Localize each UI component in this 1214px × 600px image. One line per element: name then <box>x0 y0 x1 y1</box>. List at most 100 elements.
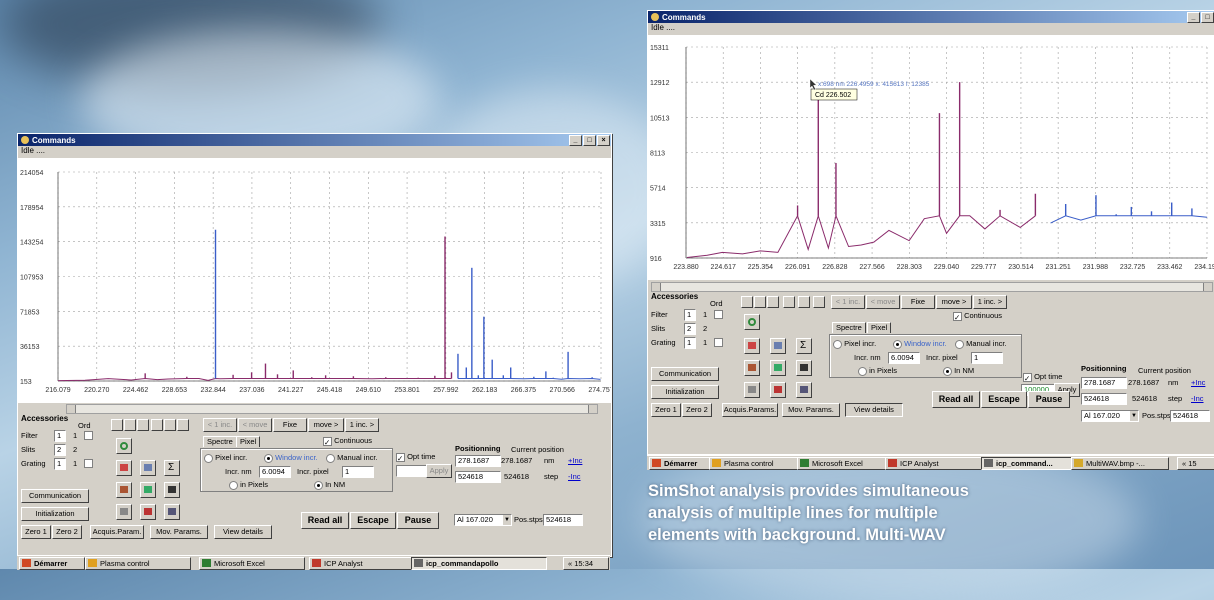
view-details-button[interactable]: View details <box>214 525 272 539</box>
zoom-next-icon[interactable] <box>137 419 149 431</box>
communication-button[interactable]: Communication <box>651 367 719 381</box>
table-icon[interactable] <box>770 338 786 354</box>
zoom-fit-icon[interactable] <box>754 296 766 308</box>
opt-time-option[interactable]: ✓ Opt time <box>396 452 435 463</box>
zero2-button[interactable]: Zero 2 <box>682 403 712 417</box>
zero2-button[interactable]: Zero 2 <box>52 525 82 539</box>
horizontal-scrollbar[interactable] <box>651 282 1213 292</box>
print-icon[interactable] <box>116 504 132 520</box>
tab-pixel[interactable]: Pixel <box>236 436 261 447</box>
close-button[interactable]: × <box>597 134 610 146</box>
horizontal-scrollbar[interactable] <box>66 404 598 414</box>
position-nm-input[interactable]: 278.1687 <box>1081 377 1127 389</box>
read-all-button[interactable]: Read all <box>301 512 349 529</box>
incr-nm-input[interactable]: 6.0094 <box>259 466 291 478</box>
next-inc-button[interactable]: 1 inc. > <box>345 418 379 432</box>
chevron-down-icon[interactable]: ▼ <box>503 515 511 525</box>
position-step-input[interactable]: 524618 <box>1081 393 1127 405</box>
manual-inc-option[interactable]: Manual incr. <box>326 453 378 463</box>
next-inc-button[interactable]: 1 inc. > <box>973 295 1007 309</box>
read-all-button[interactable]: Read all <box>932 391 980 408</box>
element-select[interactable]: Al 167.020 ▼ <box>454 514 512 526</box>
refresh-icon[interactable] <box>744 314 760 330</box>
filter-input[interactable]: 1 <box>54 430 66 442</box>
acquis-params-button[interactable]: Acquis.Param. <box>90 525 144 539</box>
spectrum-plot[interactable]: 15311 12912 10513 8113 5714 3315 916 223.880 224… <box>648 35 1214 280</box>
view-details-button[interactable]: View details <box>845 403 903 417</box>
window-inc-option[interactable]: Window incr. <box>893 339 947 349</box>
continuous-option[interactable]: ✓ Continuous <box>323 436 372 447</box>
mov-params-button[interactable]: Mov. Params. <box>150 525 208 539</box>
element-select[interactable]: Al 167.020 ▼ <box>1081 410 1139 422</box>
grating-checkbox[interactable] <box>84 459 93 468</box>
spectrum-icon[interactable] <box>116 460 132 476</box>
acquis-params-button[interactable]: Acquis.Params. <box>722 403 778 417</box>
apply-button[interactable]: Apply <box>426 464 452 478</box>
chart-icon[interactable] <box>744 360 760 376</box>
tab-spectre[interactable]: Spectre <box>203 436 237 447</box>
plus-inc-link[interactable]: +Inc <box>1191 378 1205 387</box>
chart-icon[interactable] <box>116 482 132 498</box>
filter-checkbox[interactable] <box>714 310 723 319</box>
minimize-button[interactable]: _ <box>1187 11 1200 23</box>
escape-button[interactable]: Escape <box>350 512 396 529</box>
taskbar-item-excel[interactable]: Microsoft Excel <box>797 457 895 470</box>
move-right-button[interactable]: move > <box>936 295 972 309</box>
zoom-reset-icon[interactable] <box>177 419 189 431</box>
graph-icon[interactable] <box>140 482 156 498</box>
window-inc-option[interactable]: Window incr. <box>264 453 318 463</box>
tab-pixel[interactable]: Pixel <box>867 322 892 333</box>
opt-time-input[interactable] <box>396 465 430 477</box>
slits-input[interactable]: 2 <box>54 444 66 456</box>
tab-spectre[interactable]: Spectre <box>832 322 866 333</box>
zero1-button[interactable]: Zero 1 <box>651 403 681 417</box>
pixel-inc-option[interactable]: Pixel incr. <box>833 339 876 349</box>
move-left-button[interactable]: < move <box>866 295 900 309</box>
in-pixels-radio[interactable] <box>229 480 238 490</box>
window-inc-radio[interactable] <box>893 339 902 349</box>
position-step-input[interactable]: 524618 <box>455 471 501 483</box>
taskbar-item-icp-analyst[interactable]: ICP Analyst <box>885 457 983 470</box>
scroll-left-arrow[interactable] <box>652 283 661 291</box>
export-icon[interactable] <box>140 504 156 520</box>
in-pixels-option[interactable]: in Pixels <box>229 480 268 490</box>
zoom-out-icon[interactable] <box>798 296 810 308</box>
scroll-left-arrow[interactable] <box>67 405 76 413</box>
communication-button[interactable]: Communication <box>21 489 89 503</box>
manual-inc-option[interactable]: Manual incr. <box>955 339 1007 349</box>
taskbar-item-excel[interactable]: Microsoft Excel <box>199 557 305 570</box>
initialization-button[interactable]: Initialization <box>21 507 89 521</box>
slits-input[interactable]: 2 <box>684 323 696 335</box>
opt-time-checkbox[interactable]: ✓ <box>396 452 405 463</box>
zoom-prev-icon[interactable] <box>111 419 123 431</box>
in-pixels-radio[interactable] <box>858 366 867 376</box>
scroll-right-arrow[interactable] <box>588 405 597 413</box>
pixel-inc-radio[interactable] <box>833 339 842 349</box>
incr-pixel-input[interactable]: 1 <box>342 466 374 478</box>
maximize-button[interactable]: □ <box>583 134 596 146</box>
taskbar-item-icp-analyst[interactable]: ICP Analyst <box>309 557 415 570</box>
filter-input[interactable]: 1 <box>684 309 696 321</box>
mov-params-button[interactable]: Mov. Params. <box>782 403 840 417</box>
print-icon[interactable] <box>744 382 760 398</box>
in-nm-radio[interactable] <box>314 480 323 490</box>
grating-input[interactable]: 1 <box>54 458 66 470</box>
move-left-button[interactable]: < move <box>238 418 272 432</box>
continuous-option[interactable]: ✓ Continuous <box>953 311 1002 322</box>
zoom-next-icon[interactable] <box>767 296 779 308</box>
export-icon[interactable] <box>770 382 786 398</box>
in-nm-option[interactable]: In NM <box>943 366 974 376</box>
maximize-button[interactable]: □ <box>1201 11 1214 23</box>
in-nm-option[interactable]: In NM <box>314 480 345 490</box>
table-icon[interactable] <box>140 460 156 476</box>
opt-time-checkbox[interactable]: ✓ <box>1023 372 1032 383</box>
start-button[interactable]: Démarrer <box>19 557 85 570</box>
spectrum-icon[interactable] <box>744 338 760 354</box>
pause-button[interactable]: Pause <box>397 512 439 529</box>
taskbar-item-icp-command[interactable]: icp_commandapollo <box>411 557 547 570</box>
sum-icon[interactable]: Σ <box>164 460 180 476</box>
in-nm-radio[interactable] <box>943 366 952 376</box>
manual-inc-radio[interactable] <box>326 453 335 463</box>
delete-icon[interactable] <box>796 360 812 376</box>
taskbar-item-multiwav[interactable]: MultiWAV.bmp -... <box>1071 457 1169 470</box>
